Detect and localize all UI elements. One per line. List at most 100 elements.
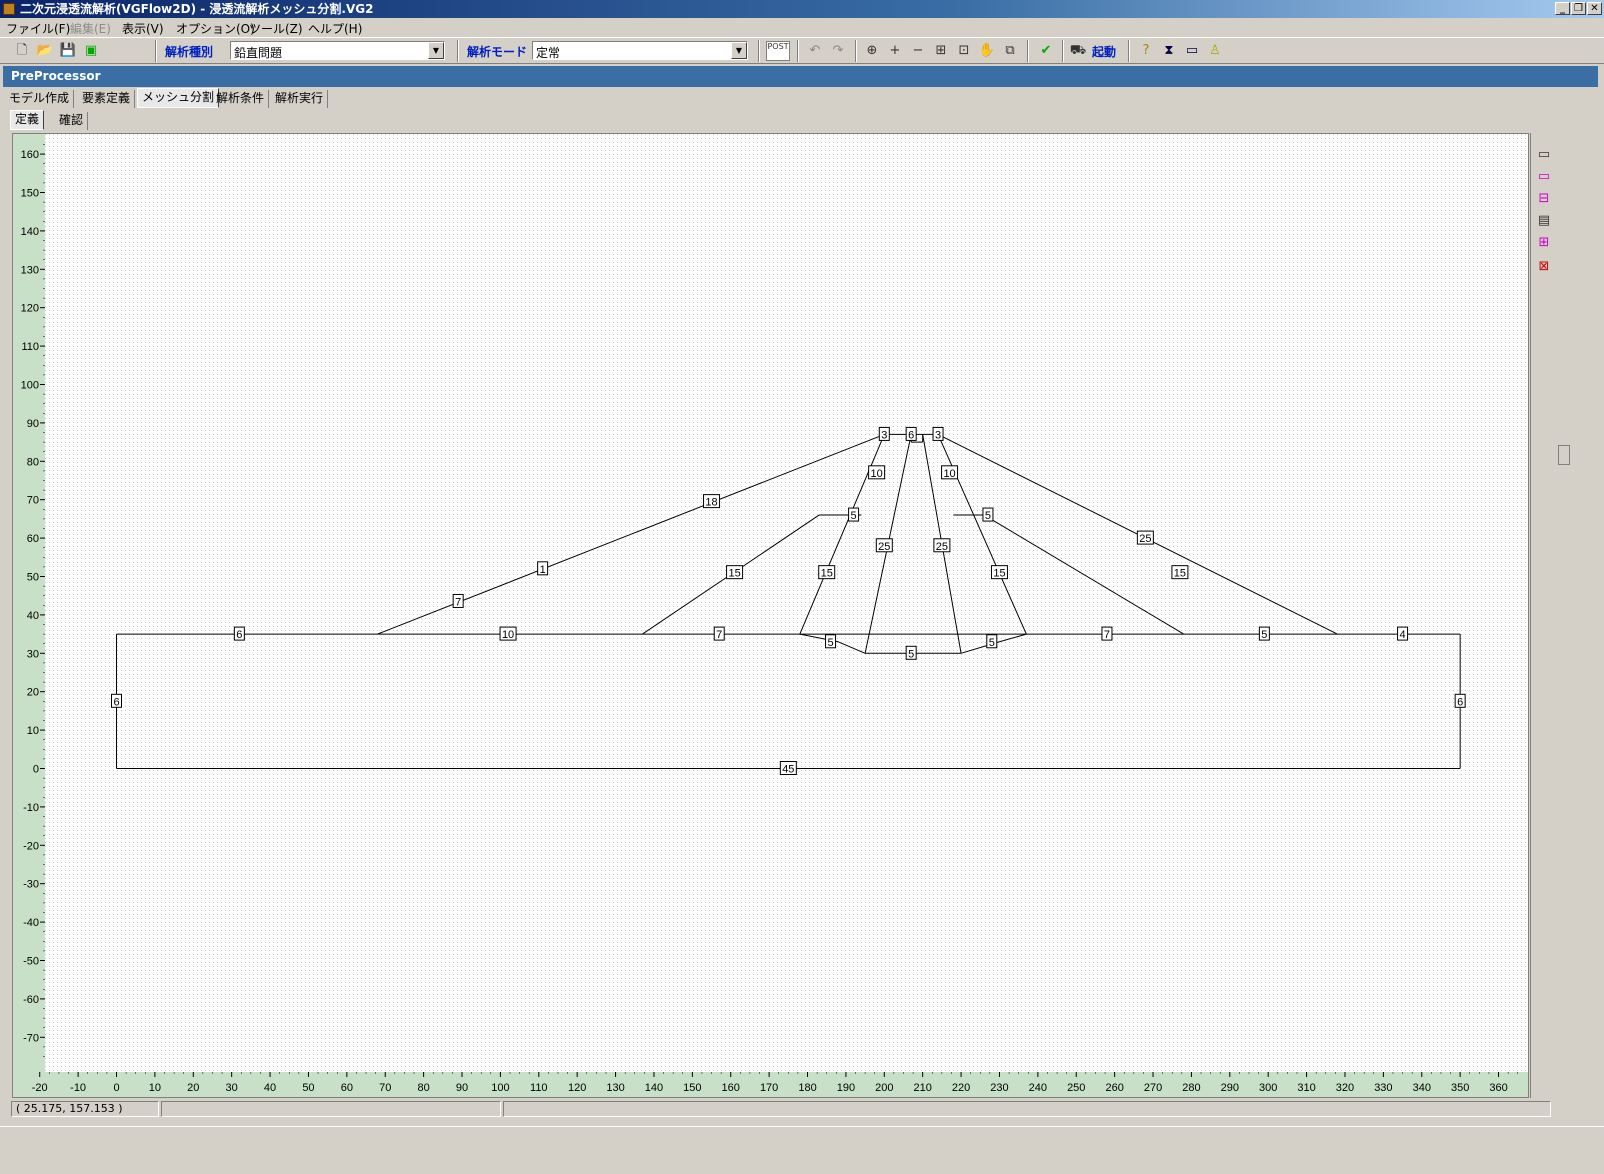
mesh-grid-icon[interactable]: ⊞ bbox=[1534, 233, 1554, 253]
x-tick-label: 280 bbox=[1182, 1082, 1200, 1094]
tab-analysis-conditions[interactable]: 解析条件 bbox=[212, 90, 270, 108]
menu-options[interactable]: オプション(O) bbox=[176, 20, 255, 37]
table-icon[interactable]: ▤ bbox=[1534, 211, 1554, 231]
division-count-label: 10 bbox=[943, 468, 955, 480]
division-count-label: 7 bbox=[1104, 629, 1110, 641]
division-count-label: 5 bbox=[908, 648, 914, 660]
open-folder-icon[interactable]: 📂 bbox=[35, 41, 55, 61]
menu-edit[interactable]: 編集(E) bbox=[70, 20, 111, 37]
panel-header: PreProcessor bbox=[3, 66, 1598, 87]
menu-file[interactable]: ファイル(F) bbox=[6, 20, 70, 37]
tab-analysis-run[interactable]: 解析実行 bbox=[271, 90, 329, 108]
menu-tools[interactable]: ツール(Z) bbox=[249, 20, 303, 37]
tab-element-definition[interactable]: 要素定義 bbox=[78, 90, 136, 108]
post-label: POST bbox=[767, 42, 789, 51]
toolbar-separator bbox=[855, 40, 857, 62]
redo-icon[interactable]: ↷ bbox=[828, 41, 848, 61]
analysis-mode-select[interactable]: 定常 ▼ bbox=[532, 41, 748, 60]
x-tick-label: 70 bbox=[379, 1082, 391, 1094]
export-icon[interactable]: ▣ bbox=[81, 41, 101, 61]
division-count-label: 5 bbox=[827, 637, 833, 649]
x-tick-label: 80 bbox=[417, 1082, 429, 1094]
y-tick-label: -60 bbox=[23, 994, 39, 1006]
start-label[interactable]: 起動 bbox=[1092, 43, 1116, 60]
new-file-icon[interactable]: 🗋 bbox=[12, 41, 32, 61]
x-tick-label: 90 bbox=[456, 1082, 468, 1094]
division-count-label: 6 bbox=[908, 429, 914, 441]
x-tick-label: 140 bbox=[645, 1082, 663, 1094]
toolbar-separator bbox=[155, 40, 157, 62]
edit-rect-icon[interactable]: ▭ bbox=[1534, 167, 1554, 187]
save-icon[interactable]: 💾 bbox=[58, 41, 78, 61]
x-tick-label: 40 bbox=[264, 1082, 276, 1094]
analysis-mode-label: 解析モード bbox=[467, 45, 528, 59]
restore-button[interactable]: ❐ bbox=[1571, 2, 1586, 15]
rect-tool-icon[interactable]: ▭ bbox=[1534, 145, 1554, 165]
x-tick-label: 210 bbox=[914, 1082, 932, 1094]
model-icon[interactable]: ⧗ bbox=[1159, 41, 1179, 61]
copy-view-icon[interactable]: ⧉ bbox=[1000, 41, 1020, 61]
side-tool-palette: ▭ ▭ ⊟ ▤ ⊞ ⊠ bbox=[1530, 133, 1556, 1098]
docked-panel-tab[interactable] bbox=[1558, 445, 1570, 465]
x-tick-label: 230 bbox=[990, 1082, 1008, 1094]
pan-hand-icon[interactable]: ✋ bbox=[977, 41, 997, 61]
division-count-label: 25 bbox=[878, 541, 890, 553]
run-icon[interactable]: ⛟ bbox=[1068, 41, 1088, 61]
drawing-canvas[interactable]: 160 150 140 130 120 110 100 90 80 70 60 50 40 30 20 10 0… bbox=[12, 133, 1529, 1098]
y-tick-label: 120 bbox=[21, 303, 39, 315]
mesh-canvas-svg[interactable]: 1601501401301201101009080706050403020100… bbox=[13, 134, 1529, 1098]
zoom-window-icon[interactable]: ⊕ bbox=[862, 41, 882, 61]
y-tick-label: -30 bbox=[23, 879, 39, 891]
status-bar: ( 25.175, 157.153 ) bbox=[9, 1099, 1599, 1119]
split-rect-icon[interactable]: ⊟ bbox=[1534, 189, 1554, 209]
division-count-label: 3 bbox=[935, 429, 941, 441]
zoom-out-icon[interactable]: − bbox=[908, 41, 928, 61]
check-icon[interactable]: ✔ bbox=[1036, 41, 1056, 61]
primary-tabs: モデル作成 要素定義 メッシュ分割 解析条件 解析実行 bbox=[3, 88, 1598, 108]
material-icon[interactable]: ▭ bbox=[1182, 41, 1202, 61]
division-count-label: 7 bbox=[455, 596, 461, 608]
zoom-in-icon[interactable]: + bbox=[885, 41, 905, 61]
app-icon bbox=[3, 3, 15, 15]
y-tick-label: -40 bbox=[23, 917, 39, 929]
tab-mesh-division[interactable]: メッシュ分割 bbox=[137, 88, 220, 108]
minimize-button[interactable]: _ bbox=[1555, 2, 1570, 15]
x-tick-label: 250 bbox=[1067, 1082, 1085, 1094]
x-tick-label: 190 bbox=[837, 1082, 855, 1094]
close-button[interactable]: ✕ bbox=[1587, 2, 1602, 15]
chevron-down-icon[interactable]: ▼ bbox=[731, 42, 747, 59]
x-tick-label: 160 bbox=[722, 1082, 740, 1094]
undo-icon[interactable]: ↶ bbox=[805, 41, 825, 61]
x-tick-label: 100 bbox=[491, 1082, 509, 1094]
y-tick-label: 70 bbox=[27, 495, 39, 507]
status-panel-3 bbox=[503, 1101, 1551, 1117]
y-tick-label: -50 bbox=[23, 956, 39, 968]
x-tick-label: 270 bbox=[1144, 1082, 1162, 1094]
delete-icon[interactable]: ⊠ bbox=[1534, 257, 1554, 277]
tab-definition[interactable]: 定義 bbox=[10, 110, 45, 130]
division-count-label: 5 bbox=[985, 510, 991, 522]
help-icon[interactable]: ? bbox=[1136, 41, 1156, 61]
x-tick-label: 290 bbox=[1221, 1082, 1239, 1094]
print-icon[interactable]: ♙ bbox=[1205, 41, 1225, 61]
analysis-type-label: 解析種別 bbox=[165, 45, 214, 59]
division-count-label: 6 bbox=[113, 696, 119, 708]
tab-confirm[interactable]: 確認 bbox=[55, 112, 89, 130]
frame-icon[interactable]: ⊡ bbox=[954, 41, 974, 61]
x-tick-label: 150 bbox=[683, 1082, 701, 1094]
x-tick-label: 60 bbox=[341, 1082, 353, 1094]
post-icon[interactable]: POST bbox=[766, 41, 790, 61]
menu-help[interactable]: ヘルプ(H) bbox=[308, 20, 362, 37]
y-tick-label: 90 bbox=[27, 418, 39, 430]
menu-view[interactable]: 表示(V) bbox=[122, 20, 164, 37]
chevron-down-icon[interactable]: ▼ bbox=[428, 42, 444, 59]
fit-icon[interactable]: ⊞ bbox=[931, 41, 951, 61]
y-tick-label: 10 bbox=[27, 725, 39, 737]
analysis-type-select[interactable]: 鉛直問題 ▼ bbox=[230, 41, 445, 60]
y-tick-label: 0 bbox=[33, 764, 39, 776]
division-count-label: 3 bbox=[881, 429, 887, 441]
x-tick-label: 240 bbox=[1029, 1082, 1047, 1094]
division-count-label: 4 bbox=[1400, 629, 1406, 641]
y-tick-label: 20 bbox=[27, 687, 39, 699]
tab-model-creation[interactable]: モデル作成 bbox=[5, 90, 75, 108]
